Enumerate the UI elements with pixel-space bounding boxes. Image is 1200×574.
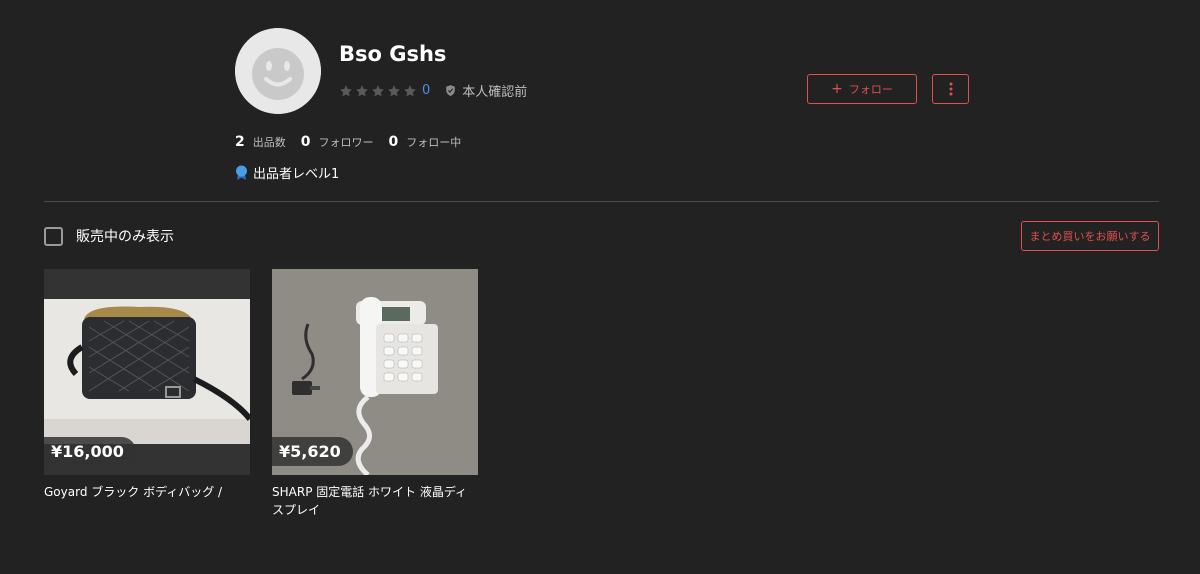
seller-level: 出品者レベル1 (235, 163, 339, 182)
follow-label: フォロー (848, 83, 893, 96)
onsale-filter[interactable]: 販売中のみ表示 (44, 226, 174, 246)
item-thumbnail[interactable]: ¥16,000 (44, 269, 250, 475)
verification-status: 本人確認前 (444, 81, 527, 100)
badge-icon (236, 165, 247, 180)
smiley-avatar-icon (235, 28, 321, 114)
rating: 0 本人確認前 (339, 81, 527, 100)
item-thumbnail[interactable]: ¥5,620 (272, 269, 478, 475)
rating-count[interactable]: 0 (422, 83, 430, 98)
seller-level-label: 出品者レベル1 (253, 167, 340, 182)
plus-icon: + (831, 81, 843, 97)
follow-button[interactable]: + フォロー (807, 74, 917, 104)
user-name: Bso Gshs (339, 42, 447, 66)
stat-label: フォロワー (318, 136, 374, 149)
star-icon (372, 84, 384, 96)
shield-icon (446, 85, 456, 96)
more-options-button[interactable] (932, 74, 969, 104)
divider (44, 201, 1159, 202)
onsale-only-label: 販売中のみ表示 (76, 229, 174, 245)
item-card[interactable]: ¥5,620 SHARP 固定電話 ホワイト 液晶ディスプレイ (272, 269, 478, 519)
avatar (235, 28, 321, 114)
stat-number: 0 (388, 134, 399, 150)
item-title[interactable]: SHARP 固定電話 ホワイト 液晶ディスプレイ (272, 483, 478, 519)
stat-following[interactable]: 0 フォロー中 (389, 134, 462, 150)
item-card[interactable]: ¥16,000 Goyard ブラック ボディバッグ / (44, 269, 250, 501)
stat-number: 2 (235, 134, 245, 150)
bulk-request-button[interactable]: まとめ買いをお願いする (1021, 221, 1159, 251)
item-price: ¥16,000 (44, 437, 136, 466)
item-title[interactable]: Goyard ブラック ボディバッグ / (44, 483, 250, 501)
stat-followers[interactable]: 0 フォロワー (301, 134, 374, 150)
onsale-only-checkbox[interactable] (44, 226, 63, 246)
stat-label: 出品数 (252, 136, 286, 149)
profile-header: Bso Gshs 0 本人確認前 + フォロー 2 出品数 0 フォロワー 0 (235, 28, 970, 188)
stat-label: フォロー中 (406, 136, 462, 149)
star-icon (388, 84, 400, 96)
stat-number: 0 (300, 134, 311, 150)
star-icon (356, 84, 368, 96)
verification-label: 本人確認前 (462, 85, 528, 100)
stat-listings[interactable]: 2 出品数 (235, 134, 286, 150)
star-icon (340, 84, 352, 96)
more-vertical-icon (949, 82, 952, 96)
item-price: ¥5,620 (272, 437, 353, 466)
profile-stats: 2 出品数 0 フォロワー 0 フォロー中 (235, 134, 476, 150)
star-icon (404, 84, 416, 96)
